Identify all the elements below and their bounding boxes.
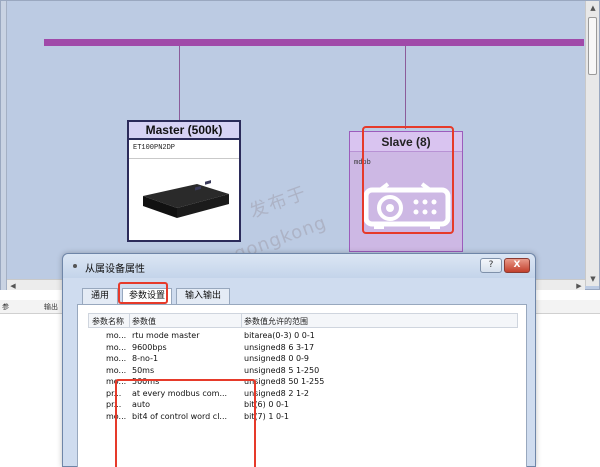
slave-bus-connector [405, 46, 406, 129]
canvas-vertical-scrollbar[interactable]: ▲ ▼ [585, 1, 599, 286]
column-header-range[interactable]: 参数值允许的范围 [241, 316, 308, 327]
table-row[interactable]: mo... 9600bps unsigned8 6 3-17 [88, 343, 518, 355]
parameters-table-header: 参数名称 参数值 参数值允许的范围 [88, 313, 518, 328]
master-device-node[interactable]: Master (500k) ET100PN2DP [127, 120, 241, 242]
param-range: unsigned8 0 0-9 [244, 354, 310, 363]
network-canvas[interactable]: Master (500k) ET100PN2DP Slave (8) mdpb [0, 0, 600, 291]
param-value[interactable]: 8-no-1 [132, 354, 158, 363]
scroll-up-icon[interactable]: ▲ [586, 1, 600, 15]
dialog-title: 从属设备属性 [85, 264, 145, 275]
master-device-model: ET100PN2DP [133, 144, 176, 152]
dialog-titlebar[interactable]: 从属设备属性 ? X [63, 254, 535, 278]
master-device-title: Master (500k) [129, 122, 239, 140]
scroll-down-icon[interactable]: ▼ [586, 272, 600, 286]
parameters-tab-highlight-box [118, 282, 168, 304]
column-header-value[interactable]: 参数值 [129, 316, 156, 327]
gateway-device-icon [143, 180, 229, 218]
dialog-app-icon [73, 264, 77, 268]
profibus-line[interactable] [44, 39, 584, 46]
param-value[interactable]: 9600bps [132, 343, 167, 352]
parameter-values-highlight-box [115, 379, 256, 467]
param-name: mo... [106, 331, 127, 340]
lower-header-col2: 输出 [44, 304, 58, 311]
master-bus-connector [179, 46, 180, 121]
param-name: mo... [106, 354, 127, 363]
table-row[interactable]: mo... 8-no-1 unsigned8 0 0-9 [88, 354, 518, 366]
param-range: unsigned8 6 3-17 [244, 342, 315, 352]
param-name: mo... [106, 342, 127, 352]
tab-io[interactable]: 输入输出 [176, 288, 230, 304]
slave-highlight-box [362, 126, 454, 234]
parameters-panel: 参数名称 参数值 参数值允许的范围 mo... rtu mode master … [77, 304, 527, 467]
param-range: unsigned8 5 1-250 [244, 365, 320, 375]
screenshot-root: Master (500k) ET100PN2DP Slave (8) mdpb [0, 0, 600, 467]
param-range: bitarea(0-3) 0 0-1 [244, 331, 315, 340]
help-button[interactable]: ? [480, 258, 502, 273]
lower-header-col1: 参 [2, 304, 9, 311]
close-button[interactable]: X [504, 258, 530, 273]
table-row[interactable]: mo... rtu mode master bitarea(0-3) 0 0-1 [88, 331, 518, 343]
vertical-scroll-thumb[interactable] [588, 17, 597, 75]
table-row[interactable]: mo... 50ms unsigned8 5 1-250 [88, 366, 518, 378]
tab-general[interactable]: 通用 [82, 288, 118, 304]
param-value[interactable]: 50ms [132, 366, 154, 375]
slave-properties-dialog: 从属设备属性 ? X 通用 参数设置 输入输出 参数名称 参数值 参数值允许的范… [62, 253, 536, 467]
param-range: unsigned8 50 1-255 [244, 377, 325, 386]
column-header-name[interactable]: 参数名称 [89, 316, 124, 327]
param-name: mo... [106, 365, 127, 375]
param-value[interactable]: rtu mode master [132, 331, 199, 340]
master-device-divider [129, 158, 239, 159]
left-splitter[interactable] [1, 1, 7, 291]
